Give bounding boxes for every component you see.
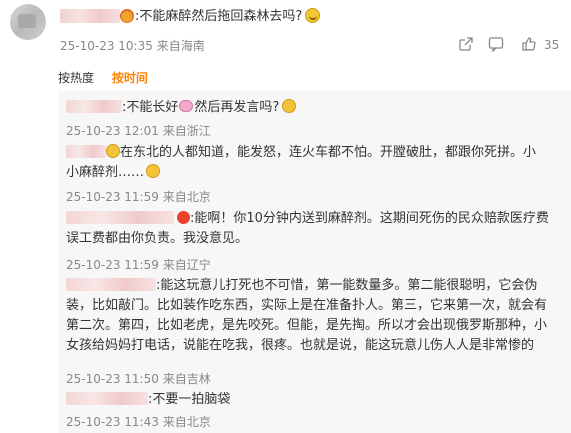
reply-author-name[interactable] — [66, 392, 148, 405]
reply-item: 在东北的人都知道，能发怒，连火车都不怕。开膛破肚，都跟你死拼。小 小麻醉剂…… — [66, 144, 537, 180]
doge-emoji-icon — [282, 99, 297, 113]
reply-meta: 25-10-23 11:59 来自辽宁 — [66, 258, 211, 272]
reply-meta: 25-10-23 11:50 来自吉林 — [66, 372, 211, 386]
sort-by-hot-tab[interactable]: 按热度 — [58, 71, 94, 85]
sort-bar: 按热度 按时间 — [58, 69, 148, 86]
angry-emoji-icon — [177, 211, 190, 224]
reply-author-name[interactable] — [66, 278, 156, 291]
reply-item: :能啊！你10分钟内送到麻醉剂。这期间死伤的民众赔款医疗费 误工费都由你负责。我… — [66, 211, 549, 246]
reply-meta: 25-10-23 12:01 来自浙江 — [66, 124, 211, 138]
reply-author-name[interactable] — [66, 211, 174, 224]
brain-emoji-icon — [179, 100, 194, 112]
main-comment-location: 来自海南 — [156, 39, 205, 53]
main-comment-timestamp: 25-10-23 10:35 — [60, 39, 153, 53]
like-icon[interactable] — [521, 36, 537, 56]
reply-meta: 25-10-23 11:43 来自北京 — [66, 415, 211, 429]
reply-author-name[interactable] — [66, 145, 106, 158]
main-comment-meta: 25-10-23 10:35 来自海南 — [60, 37, 205, 54]
main-comment-text: :不能麻醉然后拖回森林去吗? — [135, 8, 321, 25]
doge-emoji-icon — [305, 8, 321, 23]
doge-emoji-icon — [106, 144, 120, 158]
reply-meta: 25-10-23 11:59 来自北京 — [66, 190, 211, 204]
reply-item: :不要一拍脑袋 — [66, 390, 561, 410]
comment-icon[interactable] — [488, 36, 504, 56]
reply-item: :不能长好 然后再发言吗? — [66, 98, 561, 118]
commenter-name[interactable] — [60, 9, 120, 23]
reply-item: :能这玩意儿打死也不可惜，第一能数量多。第二能很聪明，它会伪 装，比如敲门。比如… — [66, 278, 548, 353]
commenter-avatar[interactable] — [10, 4, 46, 40]
badge-icon — [120, 9, 134, 23]
share-icon[interactable] — [458, 36, 474, 56]
like-count: 35 — [544, 38, 560, 52]
doge-emoji-icon — [146, 164, 161, 178]
reply-author-name[interactable] — [66, 100, 122, 113]
sort-by-time-tab[interactable]: 按时间 — [112, 71, 148, 85]
